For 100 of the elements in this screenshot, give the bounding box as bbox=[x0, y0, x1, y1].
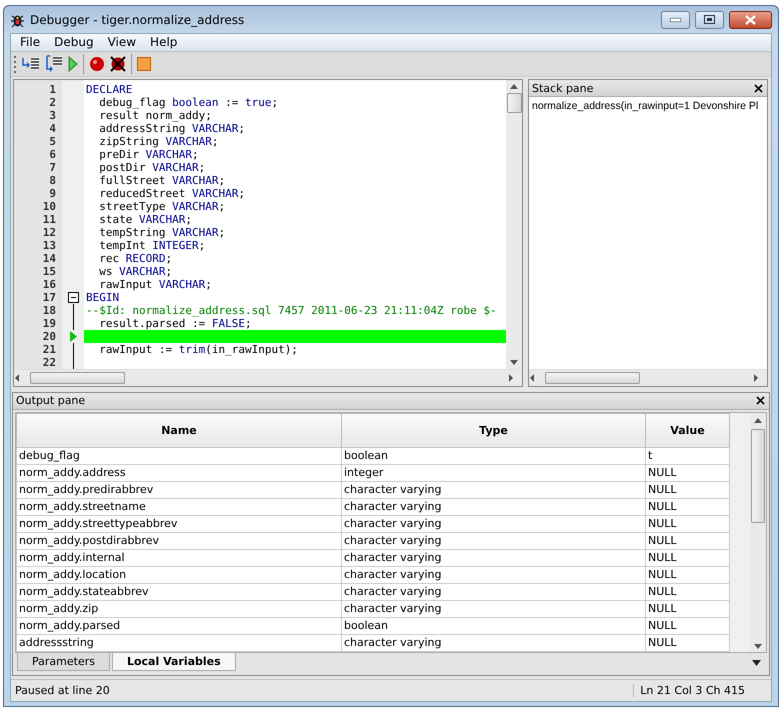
tab[interactable]: Parameters bbox=[17, 652, 110, 671]
horizontal-scrollbar[interactable] bbox=[529, 369, 767, 386]
table-cell: norm_addy.streettypeabbrev bbox=[16, 515, 342, 532]
scroll-thumb[interactable] bbox=[30, 372, 125, 384]
code-line: addressString VARCHAR; bbox=[98, 122, 246, 136]
horizontal-scrollbar[interactable] bbox=[14, 369, 522, 386]
line-number: 10 bbox=[42, 200, 57, 214]
scroll-thumb[interactable] bbox=[506, 93, 522, 114]
code-line: tempString VARCHAR; bbox=[98, 226, 226, 240]
table-cell: NULL bbox=[646, 532, 730, 550]
table-cell: character varying bbox=[342, 634, 646, 652]
line-number: 3 bbox=[48, 109, 57, 122]
line-number: 2 bbox=[48, 96, 57, 110]
line-number: 18 bbox=[42, 304, 57, 318]
scroll-down-arrow-icon[interactable] bbox=[754, 644, 762, 649]
stack-frame[interactable]: normalize_address(in_rawinput=1 Devonshire Pl bbox=[532, 99, 764, 114]
maximize-button[interactable] bbox=[695, 10, 724, 28]
column-header[interactable]: Name bbox=[16, 413, 342, 448]
dropdown-caret-icon[interactable] bbox=[752, 660, 761, 666]
line-number: 21 bbox=[42, 343, 57, 356]
code-line: debug_flag boolean := true; bbox=[98, 96, 280, 110]
line-number: 9 bbox=[48, 187, 57, 200]
table-cell: norm_addy.parsed bbox=[16, 617, 342, 634]
pane-title: Stack pane bbox=[532, 82, 594, 95]
code-line: BEGIN bbox=[85, 291, 120, 304]
menu-item[interactable]: Help bbox=[143, 34, 184, 51]
line-number: 13 bbox=[42, 239, 57, 252]
fold-toggle-icon[interactable] bbox=[68, 292, 78, 304]
cursor-position: Ln 21 Col 3 Ch 415 bbox=[633, 684, 767, 697]
code-line: fullStreet VARCHAR; bbox=[98, 174, 226, 188]
menu-item[interactable]: Debug bbox=[47, 34, 101, 51]
menu-item[interactable]: File bbox=[13, 34, 48, 51]
table-cell: boolean bbox=[342, 617, 646, 634]
vertical-scrollbar[interactable] bbox=[750, 412, 766, 652]
line-number: 11 bbox=[42, 213, 57, 226]
line-number: 15 bbox=[42, 265, 57, 278]
clear-breakpoints-icon[interactable] bbox=[110, 56, 126, 72]
stop-icon[interactable] bbox=[137, 57, 151, 72]
table-cell: integer bbox=[342, 464, 646, 482]
column-header[interactable]: Type bbox=[342, 413, 646, 448]
minimize-button[interactable] bbox=[661, 10, 690, 28]
scroll-up-arrow-icon[interactable] bbox=[510, 84, 518, 90]
scroll-thumb[interactable] bbox=[545, 372, 640, 384]
code-line: rec RECORD; bbox=[98, 252, 174, 266]
table-cell: debug_flag bbox=[16, 447, 342, 464]
code-line: --$Id: normalize_address.sql 7457 2011-06-23 21:11:04Z robe $- bbox=[85, 304, 498, 318]
code-line: preDir VARCHAR; bbox=[98, 148, 200, 162]
scroll-down-arrow-icon[interactable] bbox=[510, 360, 518, 366]
table-cell: NULL bbox=[646, 464, 730, 482]
close-icon bbox=[744, 14, 757, 24]
table-cell: NULL bbox=[646, 549, 730, 566]
close-button[interactable] bbox=[729, 10, 772, 28]
tab[interactable]: Local Variables bbox=[112, 652, 236, 671]
table-cell: norm_addy.internal bbox=[16, 549, 342, 566]
table-cell: character varying bbox=[342, 583, 646, 600]
column-header[interactable]: Value bbox=[646, 413, 730, 448]
toolbar-grip-icon bbox=[14, 55, 17, 74]
line-number: 5 bbox=[48, 135, 57, 148]
table-cell: NULL bbox=[646, 481, 730, 498]
line-number: 6 bbox=[48, 148, 57, 162]
line-number: 22 bbox=[42, 356, 57, 370]
code-line: DECLARE bbox=[85, 83, 134, 96]
line-number: 8 bbox=[48, 174, 57, 188]
table-cell: t bbox=[646, 447, 730, 464]
code-line: reducedStreet VARCHAR; bbox=[98, 187, 246, 200]
close-icon[interactable] bbox=[756, 396, 765, 406]
scroll-up-arrow-icon[interactable] bbox=[754, 418, 762, 423]
line-number: 17 bbox=[42, 291, 57, 304]
table-cell: norm_addy.stateabbrev bbox=[16, 583, 342, 600]
line-number: 4 bbox=[48, 122, 57, 136]
line-number: 7 bbox=[48, 161, 57, 174]
code-line: streetType VARCHAR; bbox=[98, 200, 226, 214]
line-number: 20 bbox=[42, 330, 57, 344]
step-over-icon[interactable] bbox=[45, 55, 63, 74]
scroll-thumb[interactable] bbox=[751, 428, 765, 523]
menu-item[interactable]: View bbox=[100, 34, 144, 51]
line-number: 12 bbox=[42, 226, 57, 240]
line-number: 19 bbox=[42, 317, 57, 330]
table-cell: NULL bbox=[646, 566, 730, 584]
table-cell: NULL bbox=[646, 515, 730, 532]
vertical-scrollbar[interactable] bbox=[506, 80, 522, 370]
breakpoint-icon[interactable] bbox=[89, 56, 105, 72]
table-cell: character varying bbox=[342, 566, 646, 584]
table-cell: norm_addy.postdirabbrev bbox=[16, 532, 342, 550]
table-cell: norm_addy.location bbox=[16, 566, 342, 584]
code-line: state VARCHAR; bbox=[98, 213, 193, 226]
status-message: Paused at line 20 bbox=[15, 684, 110, 697]
line-number: 14 bbox=[42, 252, 57, 266]
line-number: 16 bbox=[42, 278, 57, 292]
table-cell: NULL bbox=[646, 583, 730, 600]
pane-title: Output pane bbox=[16, 394, 86, 408]
code-line: tempInt INTEGER; bbox=[98, 239, 206, 252]
close-icon[interactable] bbox=[754, 84, 763, 93]
code-line: rawInput := trim(in_rawInput); bbox=[98, 343, 299, 356]
table-cell: norm_addy.address bbox=[16, 464, 342, 482]
play-icon[interactable] bbox=[68, 56, 78, 72]
table-cell: NULL bbox=[646, 600, 730, 618]
table-cell: norm_addy.zip bbox=[16, 600, 342, 618]
line-number: 1 bbox=[48, 83, 57, 96]
table-cell: character varying bbox=[342, 532, 646, 550]
